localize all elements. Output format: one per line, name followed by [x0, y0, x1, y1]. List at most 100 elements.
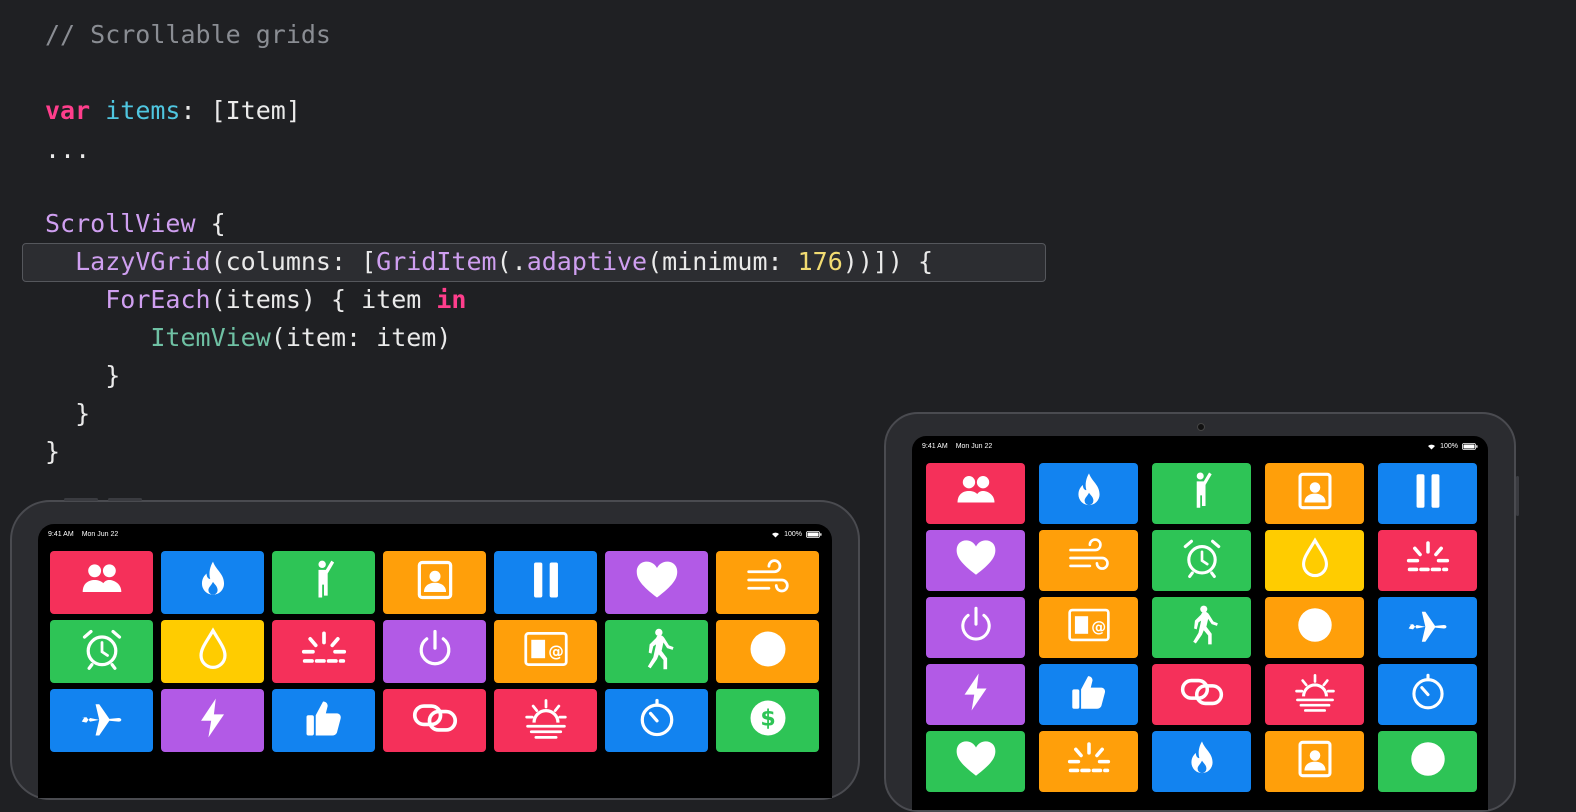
svg-text:@: @ [1091, 618, 1106, 636]
grid-item-tile[interactable] [926, 463, 1025, 524]
grid-item-tile[interactable] [1265, 530, 1364, 591]
grid-item-tile[interactable] [1265, 731, 1364, 792]
grid-item-tile[interactable] [272, 689, 375, 752]
grid-item-tile[interactable] [1378, 597, 1477, 658]
item-grid[interactable]: @ $ [50, 551, 819, 752]
grid-item-tile[interactable] [926, 597, 1025, 658]
grid-item-tile[interactable] [1378, 664, 1477, 725]
grid-item-tile[interactable] [161, 689, 264, 752]
grid-item-tile[interactable] [926, 664, 1025, 725]
type-griditem: GridItem [376, 247, 497, 276]
grid-item-tile[interactable] [383, 689, 486, 752]
item-grid[interactable]: @ [926, 463, 1477, 792]
grid-item-tile[interactable] [1265, 463, 1364, 524]
grid-item-tile[interactable] [50, 551, 153, 614]
grid-item-tile[interactable] [1039, 664, 1138, 725]
grid-item-tile[interactable] [1152, 731, 1251, 792]
grid-item-tile[interactable] [1265, 597, 1364, 658]
figure-wave-icon [1180, 469, 1224, 518]
grid-item-tile[interactable] [161, 620, 264, 683]
code-fragment: ))]) { [842, 247, 934, 276]
code-brace-line: } [45, 395, 90, 433]
bolt-icon [190, 695, 236, 746]
grid-item-tile[interactable]: $ [716, 689, 819, 752]
battery-icon [1462, 442, 1478, 450]
figure-walk-icon [634, 626, 680, 677]
ipad-landscape: 9:41 AM Mon Jun 22 100% @ $ [10, 498, 860, 800]
flame-icon [1067, 469, 1111, 518]
alarm-icon [1180, 536, 1224, 585]
grid-item-tile[interactable] [50, 689, 153, 752]
grid-item-tile[interactable] [716, 551, 819, 614]
bolt-icon [954, 670, 998, 719]
grid-item-tile[interactable] [383, 551, 486, 614]
type-annotation: : [Item] [180, 96, 301, 125]
thumbs-up-icon [301, 695, 347, 746]
airplane-icon [79, 695, 125, 746]
sunset-icon [523, 695, 569, 746]
drop-icon [1293, 536, 1337, 585]
grid-item-tile[interactable] [272, 551, 375, 614]
grid-item-tile[interactable] [272, 620, 375, 683]
grid-item-tile[interactable] [1039, 530, 1138, 591]
battery-icon [806, 530, 822, 538]
grid-item-tile[interactable] [50, 620, 153, 683]
grid-item-tile[interactable] [383, 620, 486, 683]
battery-percent: 100% [784, 530, 802, 538]
code-fragment: (items) { item [210, 285, 437, 314]
status-bar: 9:41 AM Mon Jun 22 100% [912, 436, 1488, 456]
battery-percent: 100% [1440, 442, 1458, 450]
grid-item-tile[interactable] [494, 551, 597, 614]
grid-item-tile[interactable] [605, 689, 708, 752]
sunrise-rays-icon [1406, 536, 1450, 585]
grid-item-tile[interactable] [161, 551, 264, 614]
code-var-line: var items: [Item] [45, 92, 301, 130]
svg-text:$: $ [760, 706, 775, 731]
heart-icon [954, 536, 998, 585]
grid-item-tile[interactable] [926, 530, 1025, 591]
person-at-card-icon: @ [523, 626, 569, 677]
grid-item-tile[interactable] [716, 620, 819, 683]
contact-card-icon [412, 557, 458, 608]
grid-item-tile[interactable] [1152, 463, 1251, 524]
power-icon [412, 626, 458, 677]
grid-item-tile[interactable] [605, 551, 708, 614]
pause-icon [523, 557, 569, 608]
flame-icon [1180, 737, 1224, 786]
dollar-circle-icon: $ [745, 695, 791, 746]
grid-item-tile[interactable] [494, 689, 597, 752]
status-time: 9:41 AM [48, 530, 74, 538]
number-literal: 176 [797, 247, 843, 276]
grid-item-tile[interactable] [926, 731, 1025, 792]
type-foreach: ForEach [105, 285, 211, 314]
grid-item-tile[interactable] [1152, 597, 1251, 658]
grid-item-tile[interactable] [1265, 664, 1364, 725]
svg-text:@: @ [548, 641, 564, 660]
link-icon [1180, 670, 1224, 719]
pause-icon [1406, 469, 1450, 518]
wifi-icon [771, 531, 780, 538]
type-lazyvgrid: LazyVGrid [75, 247, 211, 276]
grid-item-tile[interactable] [1378, 731, 1477, 792]
grid-item-tile[interactable] [1378, 463, 1477, 524]
keyword-var: var [45, 96, 91, 125]
grid-item-tile[interactable] [1039, 463, 1138, 524]
timer-icon [1406, 670, 1450, 719]
grid-item-tile[interactable] [1039, 731, 1138, 792]
person-at-card-icon: @ [1067, 603, 1111, 652]
code-comment-line: // Scrollable grids [45, 16, 331, 54]
grid-item-tile[interactable]: @ [494, 620, 597, 683]
drop-icon [190, 626, 236, 677]
sunrise-rays-icon [301, 626, 347, 677]
grid-item-tile[interactable] [1152, 664, 1251, 725]
ipad-screen: 9:41 AM Mon Jun 22 100% @ [912, 436, 1488, 810]
timer-icon [634, 695, 680, 746]
wind-icon [745, 557, 791, 608]
wifi-icon [1427, 443, 1436, 450]
code-brace-line: } [45, 433, 60, 471]
grid-item-tile[interactable]: @ [1039, 597, 1138, 658]
grid-item-tile[interactable] [1152, 530, 1251, 591]
volume-button [64, 498, 98, 501]
grid-item-tile[interactable] [605, 620, 708, 683]
grid-item-tile[interactable] [1378, 530, 1477, 591]
